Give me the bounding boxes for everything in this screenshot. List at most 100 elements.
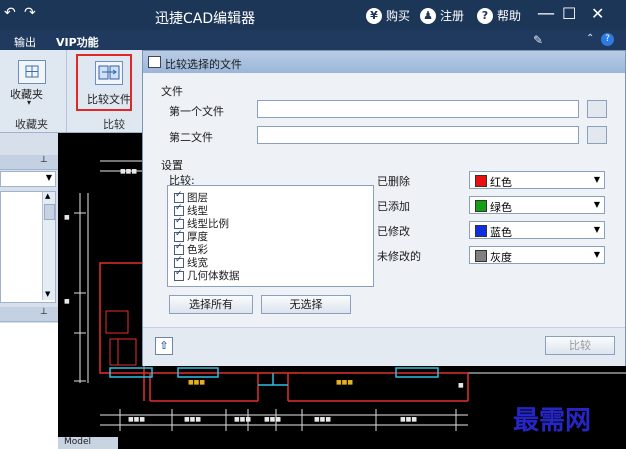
svg-text:■■■: ■■■	[400, 416, 417, 423]
help-button[interactable]: ? 帮助	[477, 7, 521, 24]
color-name: 灰度	[490, 251, 512, 264]
collapse-icon[interactable]: ⌃	[586, 33, 594, 44]
chevron-down-icon: ▼	[45, 173, 52, 182]
minimize-icon[interactable]: —	[537, 3, 555, 24]
favorites-group-label: 收藏夹	[15, 118, 48, 131]
menu-vip[interactable]: VIP功能	[56, 34, 99, 50]
compare-files-highlight	[76, 54, 132, 111]
menu-bar: 输出 VIP功能 ✎ ⌃ ?	[0, 30, 626, 50]
paint-icon[interactable]: ✎	[533, 33, 543, 47]
first-file-browse-button[interactable]	[587, 100, 607, 118]
dialog-title: 比较选择的文件	[165, 58, 242, 71]
favorites-group: 收藏夹 ▾ 收藏夹	[0, 50, 67, 132]
panel-content	[0, 323, 58, 449]
green-swatch	[475, 200, 487, 212]
select-none-button[interactable]: 无选择	[261, 295, 351, 314]
added-label: 已添加	[377, 200, 410, 213]
scroll-down-icon[interactable]: ▼	[45, 290, 50, 298]
compare-options-list: 图层 线型 线型比例 厚度 色彩 线宽 几何体数据	[167, 185, 374, 287]
help-label: 帮助	[497, 9, 522, 23]
svg-text:■: ■	[458, 382, 464, 389]
compare-button[interactable]: 比较	[545, 336, 615, 355]
added-color-select[interactable]: 绿色 ▼	[469, 196, 605, 214]
scroll-thumb[interactable]	[44, 204, 55, 220]
buy-button[interactable]: ¥ 购买	[366, 7, 410, 24]
svg-text:■: ■	[64, 214, 70, 221]
gray-swatch	[475, 250, 487, 262]
second-file-input[interactable]	[257, 126, 579, 144]
register-button[interactable]: ♟ 注册	[420, 7, 464, 24]
app-title: 迅捷CAD编辑器	[155, 11, 256, 27]
svg-text:■■■: ■■■	[264, 416, 281, 423]
left-panel: ⊥ ▼ ▲ ▼ ⊥	[0, 133, 58, 449]
svg-text:■■■: ■■■	[128, 416, 145, 423]
checkbox[interactable]	[174, 255, 184, 268]
chevron-down-icon: ▼	[593, 175, 600, 184]
help-small-icon[interactable]: ?	[601, 33, 614, 46]
svg-text:■: ■	[64, 298, 70, 305]
undo-icon[interactable]: ↶	[4, 5, 16, 21]
checkbox[interactable]	[174, 229, 184, 242]
buy-label: 购买	[386, 9, 411, 23]
menu-output[interactable]: 输出	[14, 34, 36, 50]
maximize-icon[interactable]: ☐	[562, 4, 576, 23]
favorites-dropdown-icon[interactable]: ▾	[27, 98, 31, 107]
modified-label: 已修改	[377, 225, 410, 238]
second-file-label: 第二文件	[169, 131, 213, 144]
panel-dropdown[interactable]: ▼	[0, 171, 56, 187]
checkbox[interactable]	[174, 190, 184, 203]
close-icon[interactable]: ✕	[591, 4, 604, 23]
svg-text:■■■: ■■■	[234, 416, 251, 423]
settings-section-label: 设置	[161, 159, 183, 172]
dialog-footer: ⇧ 比较	[143, 327, 625, 366]
select-all-button[interactable]: 选择所有	[169, 295, 253, 314]
color-name: 红色	[490, 176, 512, 189]
svg-text:■■■: ■■■	[184, 416, 201, 423]
favorites-icon[interactable]	[18, 60, 46, 84]
compare-dialog: 比较选择的文件 文件 第一个文件 第二文件 设置 比较: 图层 线型 线型比例 …	[142, 50, 626, 366]
panel-header: ⊥	[0, 155, 58, 170]
second-file-browse-button[interactable]	[587, 126, 607, 144]
checkbox[interactable]	[174, 203, 184, 216]
panel-header-2: ⊥	[0, 307, 58, 322]
help-icon: ?	[477, 7, 493, 24]
compare-group-label: 比较	[103, 118, 125, 131]
redo-icon[interactable]: ↷	[24, 5, 36, 21]
checkbox[interactable]	[174, 268, 184, 281]
user-icon: ♟	[420, 7, 436, 24]
scroll-up-icon[interactable]: ▲	[45, 192, 50, 200]
model-tab[interactable]: Model	[58, 437, 118, 449]
red-swatch	[475, 175, 487, 187]
unmodified-label: 未修改的	[377, 250, 421, 263]
deleted-label: 已删除	[377, 175, 410, 188]
register-label: 注册	[440, 9, 465, 23]
unmodified-color-select[interactable]: 灰度 ▼	[469, 246, 605, 264]
checkbox[interactable]	[174, 242, 184, 255]
pin-icon-2[interactable]: ⊥	[40, 307, 48, 317]
chevron-down-icon: ▼	[593, 225, 600, 234]
files-section-label: 文件	[161, 85, 183, 98]
pin-icon[interactable]: ⊥	[40, 155, 48, 165]
first-file-input[interactable]	[257, 100, 579, 118]
first-file-label: 第一个文件	[169, 105, 224, 118]
svg-text:■■■: ■■■	[336, 379, 353, 386]
expand-up-icon[interactable]: ⇧	[155, 337, 173, 355]
title-bar: ↶ ↷ 迅捷CAD编辑器 ¥ 购买 ♟ 注册 ? 帮助 — ☐ ✕	[0, 0, 626, 30]
color-name: 蓝色	[490, 226, 512, 239]
check-geometry[interactable]: 几何体数据	[174, 268, 240, 283]
deleted-color-select[interactable]: 红色 ▼	[469, 171, 605, 189]
scrollbar[interactable]: ▲ ▼	[42, 192, 55, 300]
panel-list[interactable]: ▲ ▼	[0, 191, 56, 303]
svg-text:■■■: ■■■	[188, 379, 205, 386]
yen-icon: ¥	[366, 7, 382, 24]
svg-text:■■■: ■■■	[314, 416, 331, 423]
chevron-down-icon: ▼	[593, 250, 600, 259]
checkbox[interactable]	[174, 216, 184, 229]
window-icon	[148, 56, 161, 68]
modified-color-select[interactable]: 蓝色 ▼	[469, 221, 605, 239]
blue-swatch	[475, 225, 487, 237]
dialog-title-bar[interactable]: 比较选择的文件	[143, 51, 625, 73]
watermark-text: 最需网	[513, 406, 592, 436]
check-label: 几何体数据	[187, 270, 240, 282]
chevron-down-icon: ▼	[593, 200, 600, 209]
